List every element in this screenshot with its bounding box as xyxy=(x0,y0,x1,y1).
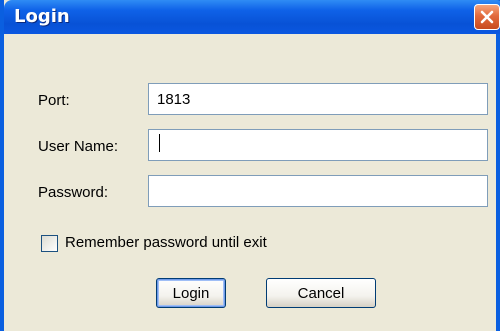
close-icon xyxy=(480,10,494,24)
port-label: Port: xyxy=(38,92,70,109)
close-button[interactable] xyxy=(474,4,500,30)
dialog-body: Port: User Name: Password: Remember pass… xyxy=(4,34,496,331)
title-bar[interactable]: Login xyxy=(4,0,500,34)
password-label: Password: xyxy=(38,184,109,201)
port-field[interactable] xyxy=(148,83,488,115)
remember-password-label[interactable]: Remember password until exit xyxy=(65,234,267,251)
window-title: Login xyxy=(14,6,70,27)
cancel-button[interactable]: Cancel xyxy=(266,278,376,308)
login-dialog: Login Port: User Name: Password: Remembe… xyxy=(0,0,500,331)
username-field[interactable] xyxy=(148,129,488,161)
login-button[interactable]: Login xyxy=(156,278,226,308)
remember-password-checkbox[interactable] xyxy=(41,235,58,252)
password-field[interactable] xyxy=(148,175,488,207)
text-caret xyxy=(159,134,160,152)
username-label: User Name: xyxy=(38,138,119,155)
